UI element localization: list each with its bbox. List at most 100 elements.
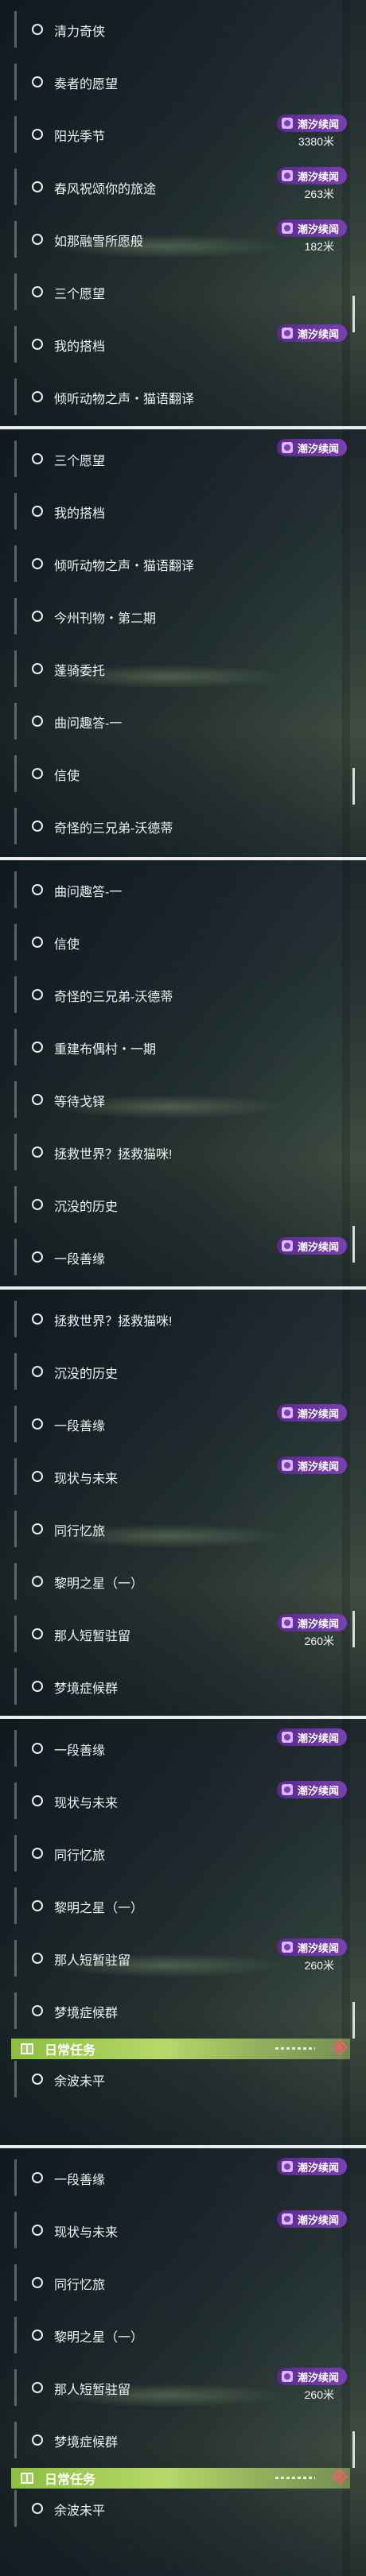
quest-item[interactable]: 信使 <box>0 916 350 968</box>
quest-title: 我的搭档 <box>54 507 106 521</box>
quest-status-circle-icon <box>32 1743 43 1754</box>
quest-track-bar <box>14 1835 17 1872</box>
quest-item[interactable]: 黎明之星（一） <box>0 2309 350 2361</box>
quest-item[interactable]: 奇怪的三兄弟-沃德蒂 <box>0 968 350 1021</box>
tide-news-label: 潮汐续闻 <box>297 1617 339 1630</box>
quest-status-circle-icon <box>32 453 43 464</box>
quest-title: 同行忆旅 <box>54 2279 106 2292</box>
quest-track-bar <box>14 221 17 258</box>
quest-item[interactable]: 沉没的历史 <box>0 1345 350 1398</box>
quest-track-bar <box>14 703 17 739</box>
quest-track-bar <box>14 2490 17 2527</box>
quest-item[interactable]: 黎明之星（一） <box>0 1880 350 1932</box>
quest-status-circle-icon <box>32 1094 43 1105</box>
tide-news-icon <box>281 442 293 453</box>
quest-item[interactable]: 同行忆旅 <box>0 2256 350 2309</box>
quest-item[interactable]: 曲问趣答-一 <box>0 695 350 747</box>
scrollbar-thumb[interactable] <box>352 1226 355 1263</box>
quest-title: 奇怪的三兄弟-沃德蒂 <box>54 991 173 1004</box>
scrollbar-thumb[interactable] <box>352 1611 355 1647</box>
quest-track-bar <box>14 2422 17 2458</box>
quest-title: 梦境症候群 <box>54 1682 119 1696</box>
tide-news-icon <box>281 1732 293 1743</box>
quest-item[interactable]: 重建布偶村・一期 <box>0 1021 350 1073</box>
scrollbar-thumb[interactable] <box>352 2002 355 2039</box>
quest-item[interactable]: 拯救世界？拯救猫咪! <box>0 1126 350 1178</box>
tide-news-label: 潮汐续闻 <box>297 2161 339 2174</box>
quest-track-bar <box>14 1563 17 1600</box>
quest-status-circle-icon <box>32 2382 43 2393</box>
quest-title: 蓬骑委托 <box>54 665 106 678</box>
quest-status-circle-icon <box>32 1199 43 1210</box>
quest-status-circle-icon <box>32 937 43 948</box>
quest-status-circle-icon <box>32 821 43 832</box>
quest-item[interactable]: 信使 <box>0 747 350 800</box>
quest-status-circle-icon <box>32 1042 43 1053</box>
quest-track-bar <box>14 1940 17 1977</box>
quest-status-circle-icon <box>32 884 43 895</box>
tide-news-label: 潮汐续闻 <box>297 2371 339 2384</box>
tide-news-tag: 潮汐续闻 <box>276 2210 347 2228</box>
tide-news-tag: 潮汐续闻 <box>276 114 347 132</box>
quest-title: 一段善缘 <box>54 1744 106 1758</box>
quest-track-bar <box>14 1783 17 1819</box>
daily-quest-item[interactable]: 余波未平 <box>0 2482 350 2535</box>
quest-track-bar <box>14 2264 17 2301</box>
tide-news-icon <box>281 2161 293 2172</box>
scrollbar-thumb[interactable] <box>352 2431 355 2468</box>
quest-track-bar <box>14 64 17 100</box>
quest-title: 奏者的愿望 <box>54 78 119 91</box>
quest-status-circle-icon <box>32 2277 43 2288</box>
quest-item[interactable]: 沉没的历史 <box>0 1178 350 1231</box>
quest-item[interactable]: 今州刊物・第二期 <box>0 590 350 642</box>
quest-item[interactable]: 我的搭档 <box>0 485 350 537</box>
tide-news-icon <box>281 1784 293 1795</box>
quest-item[interactable]: 三个愿望 <box>0 266 350 318</box>
quest-track-bar <box>14 1081 17 1118</box>
tide-news-icon <box>281 2213 293 2225</box>
quest-item[interactable]: 奇怪的三兄弟-沃德蒂 <box>0 800 350 852</box>
quest-item[interactable]: 同行忆旅 <box>0 1827 350 1880</box>
quest-title: 现状与未来 <box>54 1797 119 1810</box>
quest-item[interactable]: 拯救世界？拯救猫咪! <box>0 1293 350 1345</box>
quest-track-bar <box>14 2159 17 2196</box>
quest-item[interactable]: 奏者的愿望 <box>0 56 350 108</box>
quest-status-circle-icon <box>32 1251 43 1263</box>
quest-item[interactable]: 梦境症候群 <box>0 1660 350 1713</box>
quest-item[interactable]: 梦境症候群 <box>0 1984 350 2037</box>
quest-track-bar <box>14 1301 17 1337</box>
daily-quest-item[interactable]: 余波未平 <box>0 2053 350 2105</box>
quest-title: 同行忆旅 <box>54 1525 106 1538</box>
quest-item[interactable]: 黎明之星（一） <box>0 1555 350 1608</box>
scrollbar-thumb[interactable] <box>352 296 355 332</box>
tide-news-tag: 潮汐续闻 <box>276 1728 347 1746</box>
quest-title: 等待戈铎 <box>54 1096 106 1109</box>
quest-item[interactable]: 清力奇侠 <box>0 3 350 56</box>
quest-title: 清力奇侠 <box>54 25 106 39</box>
quest-track-bar <box>14 1616 17 1652</box>
quest-track-bar <box>14 545 17 582</box>
quest-status-circle-icon <box>32 2330 43 2341</box>
quest-item[interactable]: 同行忆旅 <box>0 1503 350 1555</box>
tide-news-icon <box>281 1617 293 1628</box>
quest-item[interactable]: 倾听动物之声・猫语翻译 <box>0 537 350 590</box>
quest-status-circle-icon <box>32 1523 43 1534</box>
quest-panel-1: 清力奇侠 奏者的愿望 阳光季节 春风祝颂你的旅途 如那融雪所愿般 三个愿望 我的搭档 倾听动物… <box>0 0 366 426</box>
quest-item[interactable]: 倾听动物之声・猫语翻译 <box>0 370 350 423</box>
scrollbar-thumb[interactable] <box>352 768 355 805</box>
quest-title: 黎明之星（一） <box>54 1902 144 1915</box>
quest-track-bar <box>14 976 17 1013</box>
quest-title: 一段善缘 <box>54 1253 106 1267</box>
quest-status-circle-icon <box>32 2074 43 2085</box>
tide-news-label: 潮汐续闻 <box>297 1784 339 1797</box>
quest-item[interactable]: 等待戈铎 <box>0 1073 350 1126</box>
quest-status-circle-icon <box>32 2503 43 2514</box>
quest-item[interactable]: 曲问趣答-一 <box>0 863 350 916</box>
tide-news-label: 潮汐续闻 <box>297 328 339 340</box>
quest-panel-2: 三个愿望 我的搭档 倾听动物之声・猫语翻译 今州刊物・第二期 蓬骑委托 曲问趣答-一 信使奇… <box>0 429 366 857</box>
quest-item[interactable]: 梦境症候群 <box>0 2414 350 2466</box>
quest-item[interactable]: 蓬骑委托 <box>0 642 350 695</box>
quest-track-bar <box>14 440 17 477</box>
quest-title: 沉没的历史 <box>54 1368 119 1381</box>
tide-news-label: 潮汐续闻 <box>297 118 339 130</box>
